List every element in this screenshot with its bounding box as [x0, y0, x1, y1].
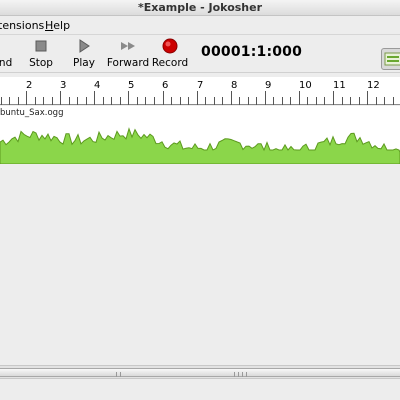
- scrollbar-thumb[interactable]: [0, 368, 400, 377]
- forward-button[interactable]: Forward: [106, 38, 150, 72]
- play-icon: [76, 38, 92, 54]
- bar-number: 11: [333, 80, 346, 91]
- bar-number: 2: [26, 80, 33, 91]
- grip-mark: [234, 372, 235, 377]
- bar-number: 4: [94, 80, 101, 91]
- audio-track[interactable]: buntu_Sax.ogg: [0, 106, 400, 164]
- grip-mark: [242, 372, 243, 377]
- grip-mark: [116, 372, 117, 377]
- stop-button[interactable]: Stop: [27, 38, 55, 72]
- transport-toolbar: ind Stop Play Forward Record: [0, 35, 400, 73]
- bar-number: 3: [60, 80, 67, 91]
- record-label: Record: [151, 57, 189, 69]
- menu-bar: tensions Help: [0, 16, 400, 35]
- rewind-icon: [0, 38, 12, 54]
- grip-mark: [246, 372, 247, 377]
- bar-number: 5: [128, 80, 135, 91]
- mixer-icon: [384, 52, 400, 66]
- bar-number: 12: [367, 80, 380, 91]
- bar-number: 6: [162, 80, 169, 91]
- rewind-button[interactable]: ind: [0, 38, 18, 72]
- window-title: *Example - Jokosher: [0, 0, 400, 16]
- menu-help-label: elp: [53, 19, 71, 32]
- jokosher-window: *Example - Jokosher tensions Help ind St…: [0, 0, 400, 400]
- record-icon: [162, 38, 178, 54]
- menu-extensions[interactable]: tensions: [0, 18, 44, 33]
- play-label: Play: [73, 57, 95, 69]
- bar-number: 10: [299, 80, 312, 91]
- record-button[interactable]: Record: [151, 38, 189, 72]
- horizontal-scrollbar[interactable]: [0, 365, 400, 379]
- bar-number: 9: [265, 80, 272, 91]
- forward-label: Forward: [106, 57, 150, 69]
- rewind-label: ind: [0, 57, 13, 69]
- forward-icon: [120, 38, 136, 54]
- grip-mark: [238, 372, 239, 377]
- grip-mark: [120, 372, 121, 377]
- clip-name: buntu_Sax.ogg: [0, 108, 64, 118]
- status-bar: [0, 379, 400, 400]
- mixer-toggle-button[interactable]: [381, 48, 400, 70]
- audio-waveform[interactable]: [0, 118, 400, 164]
- timeline-ruler[interactable]: 2 3 4 5 6 7 8 9 10 11 12: [0, 77, 400, 105]
- time-counter: 00001:1:000: [201, 44, 303, 60]
- waveform-shape: [0, 127, 400, 164]
- play-button[interactable]: Play: [71, 38, 97, 72]
- stop-icon: [33, 38, 49, 54]
- stop-label: Stop: [29, 57, 53, 69]
- menu-help[interactable]: Help: [45, 18, 70, 33]
- bar-number: 8: [231, 80, 238, 91]
- track-area-empty: [0, 165, 400, 365]
- bar-number: 7: [197, 80, 204, 91]
